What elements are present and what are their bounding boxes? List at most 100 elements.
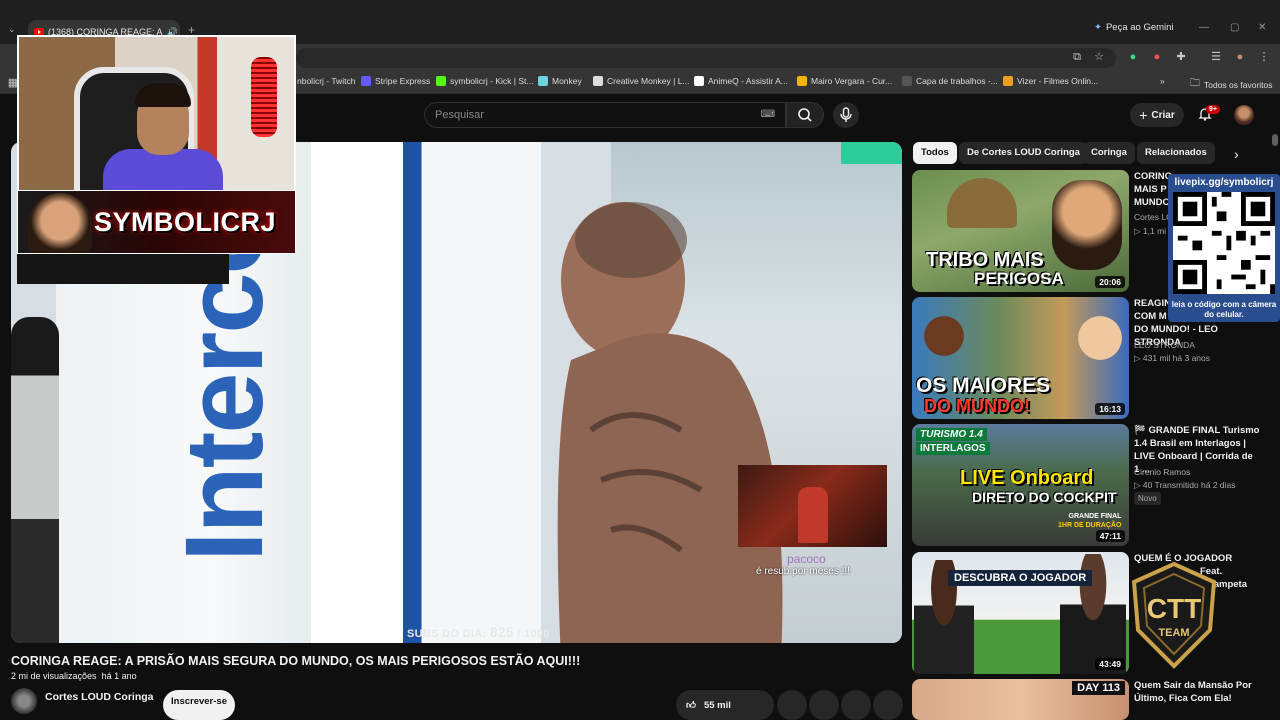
streamer-name-banner: SYMBOLICRJ: [17, 190, 296, 254]
bookmark-favicon-icon: [797, 76, 807, 86]
search-button[interactable]: [786, 102, 824, 128]
related-thumbnail[interactable]: TURISMO 1.4 INTERLAGOS LIVE Onboard DIRE…: [912, 424, 1129, 546]
chip-channel[interactable]: De Cortes LOUD Coringa: [959, 142, 1088, 164]
subscribe-button[interactable]: Inscrever-se: [163, 690, 235, 720]
download-button[interactable]: [841, 690, 871, 720]
extensions-puzzle-icon[interactable]: ✚: [1174, 50, 1188, 64]
chevron-right-icon[interactable]: ›: [1234, 146, 1239, 162]
resub-message: é resub por meses !!!: [756, 566, 850, 577]
tab-search-icon[interactable]: ⌄: [8, 24, 16, 35]
minimize-icon[interactable]: —: [1199, 22, 1209, 33]
thumb-person: [1072, 299, 1128, 377]
page-scrollbar[interactable]: [1272, 134, 1278, 146]
all-bookmarks-folder[interactable]: 🗀 Todos os favoritos: [1190, 76, 1273, 93]
microphone-icon: [840, 107, 852, 122]
chip-relacionados[interactable]: Relacionados: [1137, 142, 1215, 164]
thumb-banner: DAY 113: [1072, 681, 1125, 695]
qr-code-icon: [1173, 192, 1275, 294]
related-stats: ▷ 1,1 mi: [1134, 226, 1167, 236]
bookmark-item[interactable]: Capa de trabalhos -...: [902, 76, 998, 86]
gemini-star-icon: ✦: [1094, 22, 1102, 33]
related-thumbnail[interactable]: OS MAIORES DO MUNDO! 16:13: [912, 297, 1129, 419]
player-green-panel: [841, 142, 902, 164]
share-button[interactable]: [777, 690, 807, 720]
bookmark-item[interactable]: Mairo Vergara - Cur...: [797, 76, 892, 86]
subs-goal: / 1000: [517, 628, 550, 640]
search-input[interactable]: Pesquisar ⌨: [424, 102, 786, 128]
bookmark-item[interactable]: symbolicrj - Kick | St...: [436, 76, 533, 86]
bookmark-item[interactable]: Vizer - Filmes Onlin...: [1003, 76, 1098, 86]
install-app-icon[interactable]: ⧉: [1070, 50, 1084, 64]
close-window-icon[interactable]: ✕: [1258, 22, 1266, 33]
thumb-badge: TURISMO 1.4: [916, 428, 987, 441]
related-title-line: 🏁 GRANDE FINAL Turismo: [1134, 425, 1260, 436]
bookmarks-overflow-button[interactable]: »: [1160, 76, 1165, 86]
bookmark-favicon-icon: [694, 76, 704, 86]
player-door: [311, 142, 541, 643]
profile-avatar-icon[interactable]: ●: [1233, 50, 1247, 64]
bookmark-label: symbolicrj - Kick | St...: [450, 76, 534, 86]
logo-letters: CTT: [1147, 593, 1201, 624]
extension-green-icon[interactable]: ●: [1126, 50, 1140, 64]
related-channel[interactable]: Cortes LO: [1134, 212, 1173, 222]
related-thumbnail[interactable]: DESCUBRA O JOGADOR 43:49: [912, 552, 1129, 674]
bookmark-label: Vizer - Filmes Onlin...: [1017, 76, 1099, 86]
notification-count-badge: 9+: [1206, 105, 1220, 114]
save-button[interactable]: [809, 690, 839, 720]
video-duration: 20:06: [1095, 276, 1125, 288]
search-icon: [798, 108, 812, 122]
create-label: Criar: [1151, 109, 1175, 121]
thumb-badge: GRANDE FINAL 1HR DE DURAÇÃO: [1058, 512, 1121, 530]
player-guard-figure: [11, 317, 59, 643]
related-title-line: Quem Sair da Mansão Por: [1134, 680, 1252, 691]
plus-icon: +: [1139, 107, 1148, 123]
chip-todos[interactable]: Todos: [913, 142, 957, 164]
thumb-hut: [947, 178, 1017, 228]
related-channel[interactable]: Cirenio Ramos: [1134, 467, 1190, 477]
bookmark-item[interactable]: AnimeQ - Assistir A...: [694, 76, 788, 86]
thumb-person: [918, 301, 970, 371]
streamer-hair: [135, 83, 191, 107]
related-title[interactable]: Quem Sair da Mansão Por Último, Fica Com…: [1134, 679, 1260, 705]
bookmark-item[interactable]: Stripe Express: [361, 76, 430, 86]
video-duration: 43:49: [1095, 658, 1125, 670]
related-thumbnail[interactable]: TRIBO MAIS PERIGOSA 20:06: [912, 170, 1129, 292]
like-count: 55 mil: [703, 699, 731, 711]
create-button[interactable]: + Criar: [1130, 103, 1184, 127]
media-controls-icon[interactable]: ☰: [1209, 50, 1223, 64]
related-channel[interactable]: LEO STRONDA: [1134, 340, 1195, 350]
bookmark-star-icon[interactable]: ☆: [1092, 50, 1106, 64]
video-duration: 47:11: [1095, 530, 1125, 542]
subs-count: 825: [489, 624, 515, 640]
channel-avatar[interactable]: [11, 688, 37, 714]
thumb-text-line-1: DAY 113: [1077, 682, 1120, 694]
address-bar[interactable]: [296, 48, 1116, 68]
more-actions-button[interactable]: [873, 690, 903, 720]
bookmark-label: Capa de trabalhos -...: [916, 76, 998, 86]
video-duration: 16:13: [1095, 403, 1125, 415]
comments-button[interactable]: [738, 690, 768, 720]
streamer-microphone: [251, 57, 277, 137]
related-title-line: Último, Fica Com Ela!: [1134, 693, 1232, 704]
keyboard-icon[interactable]: ⌨: [761, 103, 775, 127]
related-stats: ▷ 431 mil há 3 anos: [1134, 353, 1210, 363]
gemini-button[interactable]: ✦ Peça ao Gemini: [1094, 22, 1174, 33]
chip-coringa[interactable]: Coringa: [1083, 142, 1135, 164]
qr-url: livepix.gg/symbolicrj: [1174, 177, 1274, 188]
restore-icon[interactable]: ▢: [1230, 22, 1239, 33]
related-thumbnail[interactable]: DAY 113: [912, 679, 1129, 720]
thumb-banner: DESCUBRA O JOGADOR: [948, 570, 1093, 586]
channel-name[interactable]: Cortes LOUD Coringa: [45, 691, 154, 703]
thumb-text-line-5: GRANDE FINAL: [1068, 513, 1122, 520]
bookmark-item[interactable]: Monkey: [538, 76, 582, 86]
voice-search-button[interactable]: [833, 102, 859, 128]
extension-red-icon[interactable]: ●: [1150, 50, 1164, 64]
bookmark-item[interactable]: Creative Monkey | L...: [593, 76, 690, 86]
thumb-text-line-4: INTERLAGOS: [920, 443, 986, 454]
browser-menu-icon[interactable]: ⋮: [1257, 50, 1271, 64]
bookmark-favicon-icon: [436, 76, 446, 86]
thumb-text-line-2: DIRETO DO COCKPIT: [972, 489, 1117, 505]
upload-age: há 1 ano: [101, 671, 137, 681]
account-avatar[interactable]: [1234, 105, 1254, 125]
bookmark-favicon-icon: [538, 76, 548, 86]
